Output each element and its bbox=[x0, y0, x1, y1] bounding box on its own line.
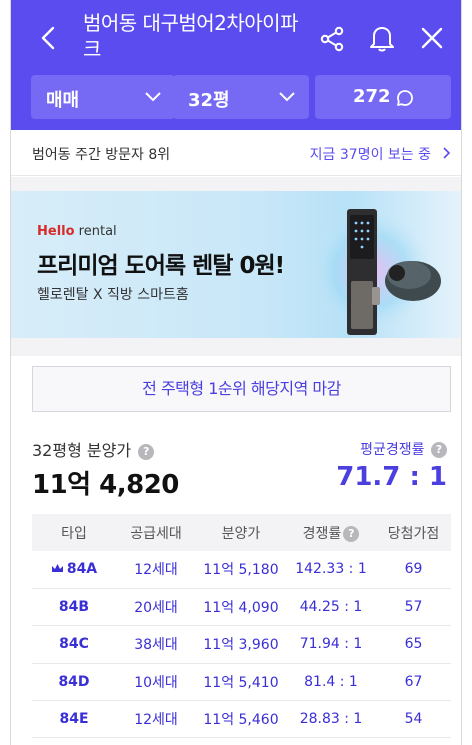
chevron-down-icon bbox=[145, 92, 161, 102]
col-header-type: 타입 bbox=[32, 514, 116, 551]
bell-icon[interactable] bbox=[369, 24, 395, 52]
cell-units: 20세대 bbox=[116, 588, 196, 627]
app-frame: 범어동 대구범어2차아이파크 매매 32평 272 범어동 주간 방문자 8위 … bbox=[10, 0, 462, 745]
header: 범어동 대구범어2차아이파크 매매 32평 272 bbox=[11, 0, 461, 130]
table-row[interactable]: 84E 12세대 11억 5,460 28.83 : 1 54 bbox=[32, 700, 451, 739]
cell-price: 11억 5,460 bbox=[196, 700, 286, 739]
price-value: 11억 4,820 bbox=[32, 470, 179, 500]
size-select[interactable]: 32평 bbox=[173, 75, 309, 119]
crown-icon bbox=[51, 564, 63, 573]
chat-bubble-icon bbox=[397, 90, 413, 106]
banner-title: 프리미엄 도어록 렌탈 0원! bbox=[37, 253, 285, 279]
cell-score: 54 bbox=[376, 700, 451, 739]
size-label: 32평 bbox=[188, 90, 230, 111]
cell-score: 67 bbox=[376, 663, 451, 702]
cell-score: 65 bbox=[376, 625, 451, 664]
comments-button[interactable]: 272 bbox=[315, 75, 451, 119]
close-icon[interactable] bbox=[421, 27, 443, 49]
cell-type: 84D bbox=[32, 663, 116, 702]
chevron-down-icon bbox=[279, 92, 295, 102]
subscription-table: 타입 공급세대 분양가 경쟁률? 당첨가점 84A 12세대 11억 5,180… bbox=[32, 514, 451, 739]
cell-rate: 142.33 : 1 bbox=[286, 551, 376, 589]
help-icon[interactable]: ? bbox=[138, 444, 155, 460]
back-icon[interactable] bbox=[37, 26, 61, 50]
chevron-right-icon bbox=[443, 147, 451, 159]
table-row[interactable]: 84C 38세대 11억 3,960 71.94 : 1 65 bbox=[32, 625, 451, 664]
cell-units: 12세대 bbox=[116, 551, 196, 589]
table-row[interactable]: 84A 12세대 11억 5,180 142.33 : 1 69 bbox=[32, 551, 451, 589]
banner-brand-rental: rental bbox=[74, 224, 117, 239]
visitor-rank: 범어동 주간 방문자 8위 bbox=[32, 147, 171, 163]
ad-banner[interactable]: Hello rental 프리미엄 도어록 렌탈 0원! 헬로렌탈 X 직방 스… bbox=[11, 191, 461, 338]
share-icon[interactable] bbox=[319, 26, 345, 52]
banner-brand-hello: Hello bbox=[37, 224, 75, 239]
cell-units: 10세대 bbox=[116, 663, 196, 702]
trade-type-select[interactable]: 매매 bbox=[31, 75, 175, 119]
cell-units: 12세대 bbox=[116, 700, 196, 739]
col-header-score: 당첨가점 bbox=[376, 514, 451, 551]
cell-price: 11억 5,180 bbox=[196, 551, 286, 589]
doorlock-image bbox=[309, 209, 441, 335]
visitor-now: 지금 37명이 보는 중 bbox=[309, 147, 431, 163]
section-divider bbox=[11, 177, 461, 191]
col-header-rate-label: 경쟁률 bbox=[302, 525, 342, 542]
cell-price: 11억 4,090 bbox=[196, 588, 286, 627]
help-icon[interactable]: ? bbox=[343, 525, 360, 542]
notice-box: 전 주택형 1순위 해당지역 마감 bbox=[32, 366, 451, 412]
cell-score: 69 bbox=[376, 551, 451, 589]
competition-value: 71.7 : 1 bbox=[336, 462, 447, 492]
cell-price: 11억 5,410 bbox=[196, 663, 286, 702]
cell-type: 84C bbox=[32, 625, 116, 664]
cell-rate: 71.94 : 1 bbox=[286, 625, 376, 664]
cell-rate: 28.83 : 1 bbox=[286, 700, 376, 739]
competition-label-row: 평균경쟁률 ? bbox=[360, 439, 447, 459]
col-header-price: 분양가 bbox=[196, 514, 286, 551]
price-label: 32평형 분양가 bbox=[32, 441, 132, 460]
section-divider bbox=[11, 338, 461, 356]
cell-type-text: 84A bbox=[66, 561, 98, 578]
col-header-units: 공급세대 bbox=[116, 514, 196, 551]
cell-rate: 81.4 : 1 bbox=[286, 663, 376, 702]
competition-label: 평균경쟁률 bbox=[360, 442, 425, 458]
page-title: 범어동 대구범어2차아이파크 bbox=[83, 11, 298, 61]
banner-brand: Hello rental bbox=[37, 224, 117, 239]
cell-score: 57 bbox=[376, 588, 451, 627]
banner-subtitle: 헬로렌탈 X 직방 스마트홈 bbox=[37, 287, 189, 303]
col-header-rate: 경쟁률? bbox=[286, 514, 376, 551]
table-row[interactable]: 84B 20세대 11억 4,090 44.25 : 1 57 bbox=[32, 588, 451, 627]
price-label-row: 32평형 분양가 ? bbox=[32, 437, 155, 461]
table-row[interactable]: 84D 10세대 11억 5,410 81.4 : 1 67 bbox=[32, 663, 451, 702]
trade-type-label: 매매 bbox=[46, 90, 80, 111]
cell-price: 11억 3,960 bbox=[196, 625, 286, 664]
comment-count: 272 bbox=[353, 86, 391, 107]
cell-type: 84A bbox=[32, 551, 116, 589]
cell-rate: 44.25 : 1 bbox=[286, 588, 376, 627]
table-header-row: 타입 공급세대 분양가 경쟁률? 당첨가점 bbox=[32, 514, 451, 551]
visitor-bar[interactable]: 범어동 주간 방문자 8위 지금 37명이 보는 중 bbox=[11, 130, 461, 176]
cell-units: 38세대 bbox=[116, 625, 196, 664]
cell-type: 84B bbox=[32, 588, 116, 627]
help-icon[interactable]: ? bbox=[431, 442, 447, 458]
cell-type: 84E bbox=[32, 700, 116, 739]
